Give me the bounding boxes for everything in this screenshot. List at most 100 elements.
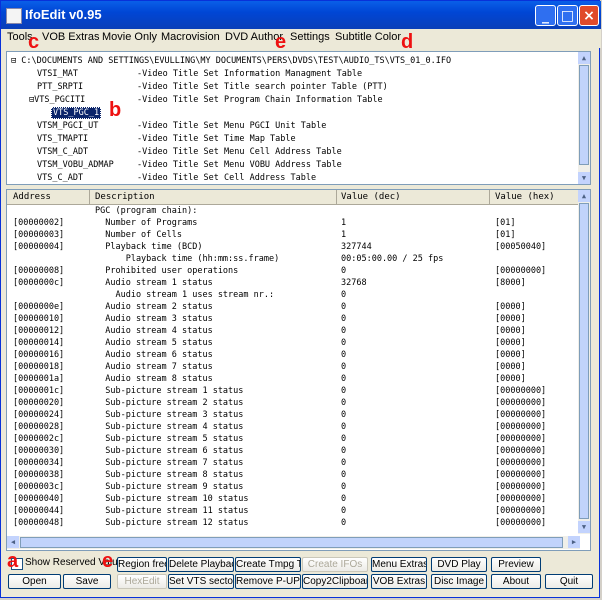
title-bar[interactable]: IfoEdit v0.95 _ □ × bbox=[1, 1, 601, 29]
scroll-left-icon[interactable]: ◀ bbox=[7, 536, 19, 548]
table-row[interactable]: PGC (program chain): bbox=[7, 206, 580, 218]
table-row[interactable]: [00000030] Sub-picture stream 6 status 0 [… bbox=[7, 446, 580, 458]
properties-grid[interactable]: Address Description Value (dec) Value (h… bbox=[6, 189, 591, 551]
table-row[interactable]: [00000040] Sub-picture stream 10 status 0… bbox=[7, 494, 580, 506]
grid-scroll-up-icon[interactable]: ▲ bbox=[578, 190, 590, 202]
tree-scroll-thumb[interactable] bbox=[579, 65, 589, 165]
region-free-button[interactable]: Region free bbox=[117, 557, 167, 572]
dvd-play-button[interactable]: DVD Play bbox=[431, 557, 487, 572]
cell-address: [00000020] bbox=[13, 398, 65, 408]
delete-playback-button[interactable]: Delete Playback bbox=[168, 557, 234, 572]
table-row[interactable]: [00000034] Sub-picture stream 7 status 0 [… bbox=[7, 458, 580, 470]
cell-value-dec: 0 bbox=[341, 374, 347, 384]
tree-item-ptt-srpti[interactable]: PTT_SRPTI -Video Title Set Title search p… bbox=[37, 82, 388, 92]
table-row[interactable]: [00000038] Sub-picture stream 8 status 0 [… bbox=[7, 470, 580, 482]
grid-header: Address Description Value (dec) Value (h… bbox=[7, 190, 580, 205]
create-ifos-button[interactable]: Create IFOs bbox=[302, 557, 368, 572]
grid-scrollbar[interactable]: ▲ ▼ bbox=[578, 190, 590, 534]
cell-description: Sub-picture stream 10 status bbox=[95, 494, 249, 504]
about-button[interactable]: About bbox=[491, 574, 541, 589]
table-row[interactable]: Audio stream 1 uses stream nr.: 0 bbox=[7, 290, 580, 302]
tree-item-vts-pgc-1[interactable]: VTS_PGC_1 bbox=[51, 107, 102, 119]
remove-pups-button[interactable]: Remove P-UPs bbox=[235, 574, 301, 589]
preview-button[interactable]: Preview bbox=[491, 557, 541, 572]
table-row[interactable]: [0000002c] Sub-picture stream 5 status 0 [… bbox=[7, 434, 580, 446]
menu-settings[interactable]: Settings bbox=[290, 31, 330, 43]
scroll-up-icon[interactable]: ▲ bbox=[578, 52, 590, 64]
scroll-right-icon[interactable]: ▶ bbox=[568, 536, 580, 548]
table-row[interactable]: [00000028] Sub-picture stream 4 status 0 [… bbox=[7, 422, 580, 434]
tree-root[interactable]: ⊟ C:\DOCUMENTS AND SETTINGS\EVULLING\MY … bbox=[11, 56, 451, 66]
table-row[interactable]: [00000004] Playback time (BCD) 327744 [000… bbox=[7, 242, 580, 254]
table-row[interactable]: [00000016] Audio stream 6 status 0 [0000] bbox=[7, 350, 580, 362]
grid-hscroll-thumb[interactable] bbox=[20, 537, 563, 548]
cell-value-hex: [0000] bbox=[495, 338, 526, 348]
tree-item-vtsm-vobu-admap[interactable]: VTSM_VOBU_ADMAP -Video Title Set Menu VOB… bbox=[37, 160, 342, 170]
table-row[interactable]: [00000003] Number of Cells 1 [01] bbox=[7, 230, 580, 242]
cell-value-hex: [00000000] bbox=[495, 494, 547, 504]
tree-scrollbar[interactable]: ▲ ▼ bbox=[578, 52, 590, 184]
close-icon[interactable]: × bbox=[579, 5, 599, 26]
table-row[interactable]: Playback time (hh:mm:ss.frame) 00:05:00.0… bbox=[7, 254, 580, 266]
set-vts-sector-button[interactable]: Set VTS sector bbox=[168, 574, 234, 589]
header-value-dec[interactable]: Value (dec) bbox=[341, 192, 401, 202]
grid-hscrollbar[interactable]: ◀ ▶ bbox=[7, 536, 580, 549]
hexedit-button[interactable]: HexEdit bbox=[117, 574, 167, 589]
table-row[interactable]: [00000044] Sub-picture stream 11 status 0… bbox=[7, 506, 580, 518]
tree-item-vtsi-mat[interactable]: VTSI_MAT -Video Title Set Information Man… bbox=[37, 69, 362, 79]
cell-value-hex: [00000000] bbox=[495, 518, 547, 528]
menu-subtitle-color[interactable]: Subtitle Color bbox=[335, 31, 401, 43]
cell-value-dec: 0 bbox=[341, 326, 347, 336]
table-row[interactable]: [0000000c] Audio stream 1 status 32768 [80… bbox=[7, 278, 580, 290]
minimize-icon[interactable]: _ bbox=[535, 5, 556, 26]
create-tmpg-button[interactable]: Create Tmpg T bbox=[235, 557, 301, 572]
cell-value-hex: [00000000] bbox=[495, 398, 547, 408]
copy2clipboard-button[interactable]: Copy2Clipboard bbox=[302, 574, 368, 589]
tree-item-vtsm-c-adt[interactable]: VTSM_C_ADT -Video Title Set Menu Cell Add… bbox=[37, 147, 342, 157]
cell-value-hex: [0000] bbox=[495, 302, 526, 312]
cell-address: [0000001c] bbox=[13, 386, 65, 396]
cell-address: [00000048] bbox=[13, 518, 65, 528]
tree-item-vts-c-adt[interactable]: VTS_C_ADT -Video Title Set Cell Address T… bbox=[37, 173, 316, 183]
grid-scroll-down-icon[interactable]: ▼ bbox=[578, 521, 590, 533]
table-row[interactable]: [00000048] Sub-picture stream 12 status 0… bbox=[7, 518, 580, 530]
header-address[interactable]: Address bbox=[13, 192, 51, 202]
vob-extras-button[interactable]: VOB Extras bbox=[371, 574, 427, 589]
table-row[interactable]: [0000001a] Audio stream 8 status 0 [0000] bbox=[7, 374, 580, 386]
menu-extras-button[interactable]: Menu Extras bbox=[371, 557, 427, 572]
cell-value-hex: [00000000] bbox=[495, 506, 547, 516]
cell-description: Sub-picture stream 7 status bbox=[95, 458, 244, 468]
table-row[interactable]: [00000024] Sub-picture stream 3 status 0 [… bbox=[7, 410, 580, 422]
save-button[interactable]: Save bbox=[63, 574, 111, 589]
scroll-down-icon[interactable]: ▼ bbox=[578, 172, 590, 184]
table-row[interactable]: [00000014] Audio stream 5 status 0 [0000] bbox=[7, 338, 580, 350]
header-description[interactable]: Description bbox=[95, 192, 155, 202]
ifo-tree-view[interactable]: ⊟ C:\DOCUMENTS AND SETTINGS\EVULLING\MY … bbox=[6, 51, 591, 185]
table-row[interactable]: [0000000e] Audio stream 2 status 0 [0000] bbox=[7, 302, 580, 314]
tree-item-vts-tmapti[interactable]: VTS_TMAPTI -Video Title Set Time Map Tabl… bbox=[37, 134, 296, 144]
cell-address: [00000034] bbox=[13, 458, 65, 468]
table-row[interactable]: [00000018] Audio stream 7 status 0 [0000] bbox=[7, 362, 580, 374]
cell-value-hex: [0000] bbox=[495, 374, 526, 384]
table-row[interactable]: [00000002] Number of Programs 1 [01] bbox=[7, 218, 580, 230]
open-button[interactable]: Open bbox=[8, 574, 61, 589]
cell-description: Sub-picture stream 2 status bbox=[95, 398, 244, 408]
table-row[interactable]: [00000012] Audio stream 4 status 0 [0000] bbox=[7, 326, 580, 338]
table-row[interactable]: [00000010] Audio stream 3 status 0 [0000] bbox=[7, 314, 580, 326]
menu-movie-only[interactable]: Movie Only bbox=[102, 31, 157, 43]
cell-value-dec: 0 bbox=[341, 446, 347, 456]
table-row[interactable]: [0000003c] Sub-picture stream 9 status 0 [… bbox=[7, 482, 580, 494]
menu-macrovision[interactable]: Macrovision bbox=[161, 31, 220, 43]
maximize-icon[interactable]: □ bbox=[557, 5, 578, 26]
tree-item-vts-pgciti[interactable]: ⊟VTS_PGCITI -Video Title Set Program Chai… bbox=[29, 95, 383, 105]
header-value-hex[interactable]: Value (hex) bbox=[495, 192, 555, 202]
table-row[interactable]: [00000008] Prohibited user operations 0 [0… bbox=[7, 266, 580, 278]
quit-button[interactable]: Quit bbox=[545, 574, 593, 589]
table-row[interactable]: [00000020] Sub-picture stream 2 status 0 [… bbox=[7, 398, 580, 410]
disc-image-button[interactable]: Disc Image bbox=[431, 574, 487, 589]
table-row[interactable]: [0000001c] Sub-picture stream 1 status 0 [… bbox=[7, 386, 580, 398]
menu-vob-extras[interactable]: VOB Extras bbox=[42, 31, 99, 43]
annotation-b: b bbox=[109, 99, 122, 121]
grid-scroll-thumb[interactable] bbox=[579, 203, 589, 519]
tree-item-vtsm-pgci-ut[interactable]: VTSM_PGCI_UT -Video Title Set Menu PGCI U… bbox=[37, 121, 326, 131]
